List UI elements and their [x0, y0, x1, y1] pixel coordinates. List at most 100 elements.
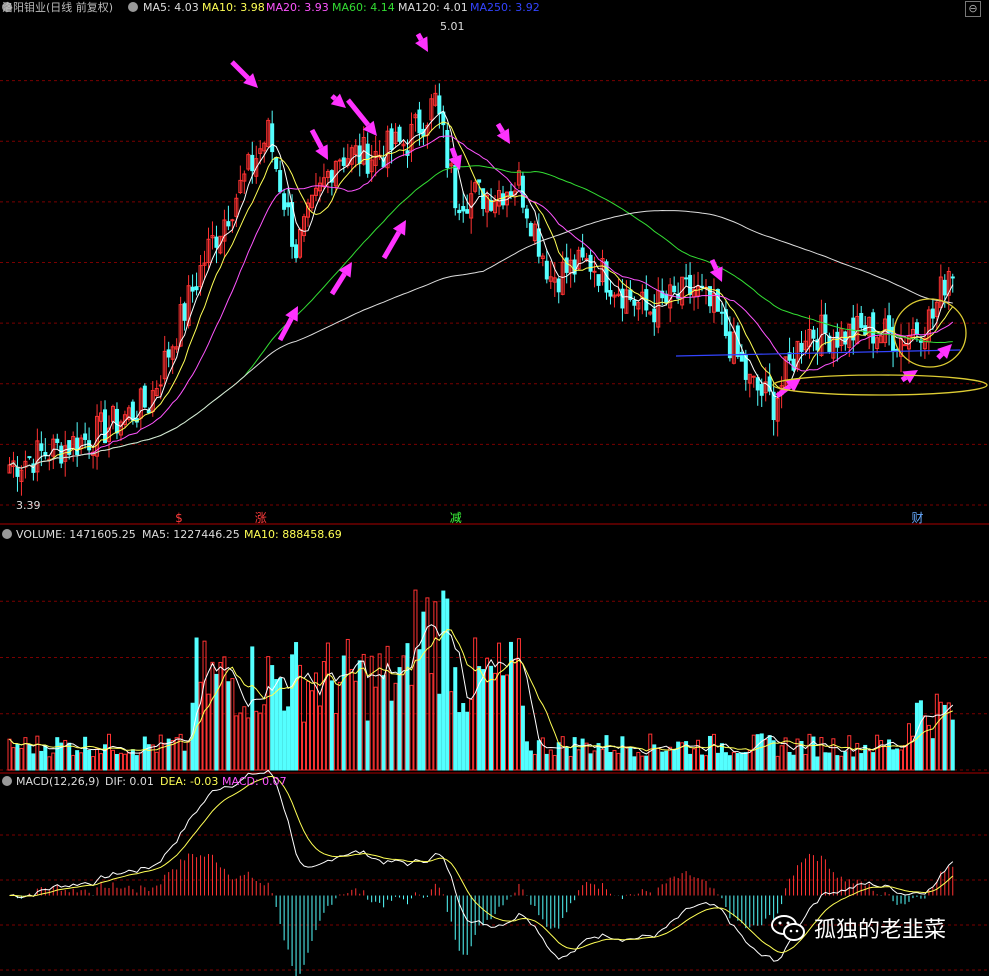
event-marker: 财: [911, 511, 923, 525]
watermark-text: 孤独的老韭菜: [814, 918, 947, 943]
ma60-line: [9, 165, 953, 469]
annotation-arrow: [329, 272, 347, 296]
candle: [477, 179, 482, 183]
volume-bar: [867, 750, 872, 771]
volume-bar: [15, 743, 20, 771]
candle: [27, 456, 32, 459]
event-marker: 减: [450, 511, 462, 525]
volume-bar: [791, 754, 796, 771]
volume-bar: [361, 653, 366, 771]
volume-bar: [922, 715, 927, 771]
annotation-arrow: [381, 230, 402, 260]
volume-bar: [914, 702, 919, 771]
volume-bar: [254, 710, 259, 771]
volume-bar: [87, 749, 92, 771]
volume-bar: [357, 660, 362, 771]
settings-icon[interactable]: [128, 2, 138, 12]
volume-bar: [755, 734, 760, 771]
volume-bar: [596, 743, 601, 771]
volume-bar: [839, 755, 844, 771]
volume-bar: [186, 741, 191, 771]
candle: [799, 342, 804, 352]
volume-bar: [560, 736, 565, 771]
volume-bar: [333, 712, 338, 771]
volume-bar: [628, 747, 633, 771]
settings-icon[interactable]: [2, 529, 12, 539]
candle: [620, 288, 625, 309]
annotation-arrow: [936, 352, 944, 360]
ma20-line: [9, 135, 954, 469]
high-price-label: 5.01: [440, 20, 465, 33]
volume-bar: [226, 681, 231, 771]
ma10-line: [9, 121, 954, 469]
volume-bar: [672, 749, 677, 771]
watermark: 孤独的老韭菜: [770, 912, 946, 944]
volume-bar: [899, 749, 904, 771]
volume-bar: [83, 736, 88, 771]
volume-bar: [823, 752, 828, 771]
volume-bar: [345, 638, 350, 771]
candle: [166, 349, 171, 358]
ma60-label: MA60: 4.14: [332, 1, 395, 14]
candle: [715, 289, 720, 312]
ma250-label: MA250: 3.92: [470, 1, 540, 14]
volume-bar: [47, 756, 52, 771]
candle: [684, 277, 689, 280]
volume-bar: [182, 750, 187, 771]
macd-name: MACD(12,26,9): [16, 775, 100, 788]
volume-bar: [445, 598, 450, 771]
volume-bar: [576, 749, 581, 771]
volume-ma10-label: MA10: 888458.69: [244, 528, 342, 541]
volume-bar: [441, 590, 446, 771]
volume-bar: [926, 724, 931, 771]
candle: [114, 408, 119, 434]
volume-bar: [751, 734, 756, 771]
macd-dif-label: DIF: 0.01: [105, 775, 154, 788]
volume-bar: [35, 735, 40, 771]
volume-bar: [512, 658, 517, 771]
volume-bar: [294, 642, 299, 771]
macd-value-label: MACD: 0.07: [222, 775, 287, 788]
volume-bar: [891, 749, 896, 771]
volume-bar: [767, 735, 772, 771]
volume-bar: [353, 680, 358, 771]
candle: [337, 159, 342, 162]
candle: [672, 285, 677, 293]
candle: [397, 126, 402, 142]
ma20-label: MA20: 3.93: [266, 1, 329, 14]
volume-bar: [489, 665, 494, 771]
volume-bar: [286, 706, 291, 771]
volume-bar: [321, 661, 326, 771]
candle: [75, 437, 80, 456]
candle: [250, 154, 255, 172]
volume-bar: [771, 740, 776, 771]
volume-bar: [568, 755, 573, 771]
volume-bar: [465, 711, 470, 771]
volume-bar: [552, 754, 557, 771]
volume-bar: [417, 649, 422, 771]
candle: [508, 191, 513, 196]
settings-icon[interactable]: [2, 776, 12, 786]
volume-bar: [317, 705, 322, 771]
candle: [942, 279, 947, 296]
volume-bar: [150, 744, 155, 771]
volume-bar: [469, 698, 474, 771]
volume-bar: [887, 739, 892, 771]
volume-bar: [250, 646, 255, 771]
volume-bar: [711, 733, 716, 771]
volume-bar: [727, 755, 732, 771]
candle: [294, 244, 299, 259]
volume-bar: [405, 643, 410, 771]
candle: [282, 193, 287, 210]
candle: [859, 313, 864, 328]
candle: [544, 260, 549, 280]
volume-bar: [608, 751, 613, 771]
volume-bar: [536, 740, 541, 771]
volume-bar: [413, 589, 418, 771]
candle: [270, 123, 275, 153]
candle: [596, 274, 601, 286]
volume-bar: [238, 712, 243, 771]
volume-bar: [262, 704, 267, 771]
volume-bar: [763, 739, 768, 771]
close-icon[interactable]: ⊖: [965, 1, 981, 17]
